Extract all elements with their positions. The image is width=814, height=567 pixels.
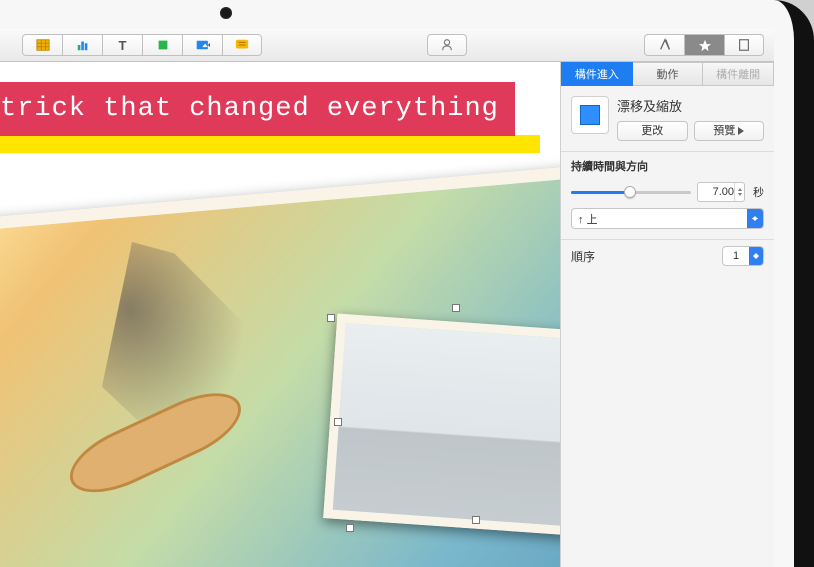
selection-handle[interactable] [346, 524, 354, 532]
photo-small-skater[interactable] [323, 314, 580, 536]
document-icon[interactable] [724, 34, 764, 56]
chevron-updown-icon [747, 209, 763, 228]
duration-slider[interactable] [571, 184, 691, 200]
direction-value: ↑ 上 [578, 211, 598, 227]
shape-icon[interactable] [142, 34, 182, 56]
tab-action[interactable]: 動作 [633, 62, 704, 86]
direction-select[interactable]: ↑ 上 [571, 208, 764, 229]
media-icon[interactable] [182, 34, 222, 56]
toolbar: T [0, 29, 774, 62]
headline-text[interactable]: trick that changed everything [0, 82, 515, 136]
animate-icon[interactable] [684, 34, 724, 56]
duration-unit: 秒 [753, 184, 764, 200]
text-icon[interactable]: T [102, 34, 142, 56]
preview-label: 預覽 [713, 125, 735, 137]
order-value: 1 [733, 250, 739, 262]
yellow-stripe [0, 135, 540, 153]
tab-build-out[interactable]: 構件離開 [703, 62, 774, 86]
comment-icon[interactable] [222, 34, 262, 56]
play-icon [738, 127, 744, 135]
effect-name: 漂移及縮放 [617, 96, 764, 115]
selection-handle[interactable] [334, 418, 342, 426]
duration-section-title: 持續時間與方向 [571, 158, 764, 174]
change-effect-button[interactable]: 更改 [617, 121, 688, 141]
selection-handle[interactable] [472, 516, 480, 524]
collaborate-icon[interactable] [427, 34, 467, 56]
chart-icon[interactable] [62, 34, 102, 56]
order-label: 順序 [571, 248, 595, 265]
duration-value: 7.00 [713, 186, 734, 198]
table-icon[interactable] [22, 34, 62, 56]
format-icon[interactable] [644, 34, 684, 56]
preview-button[interactable]: 預覽 [694, 121, 765, 141]
effect-thumbnail [571, 96, 609, 134]
camera-dot [220, 7, 232, 19]
duration-field[interactable]: 7.00 [697, 182, 745, 202]
selection-handle[interactable] [452, 304, 460, 312]
chevron-updown-icon [749, 247, 763, 265]
inspector-panel: 構件進入 動作 構件離開 漂移及縮放 更改 預覽 持續時間與方向 7.00 秒 [560, 62, 774, 567]
stepper-icon[interactable] [734, 183, 744, 201]
slide-canvas[interactable]: trick that changed everything [0, 62, 580, 567]
inspector-tabs: 構件進入 動作 構件離開 [561, 62, 774, 86]
selection-handle[interactable] [327, 314, 335, 322]
tab-build-in[interactable]: 構件進入 [561, 62, 633, 86]
order-select[interactable]: 1 [722, 246, 764, 266]
